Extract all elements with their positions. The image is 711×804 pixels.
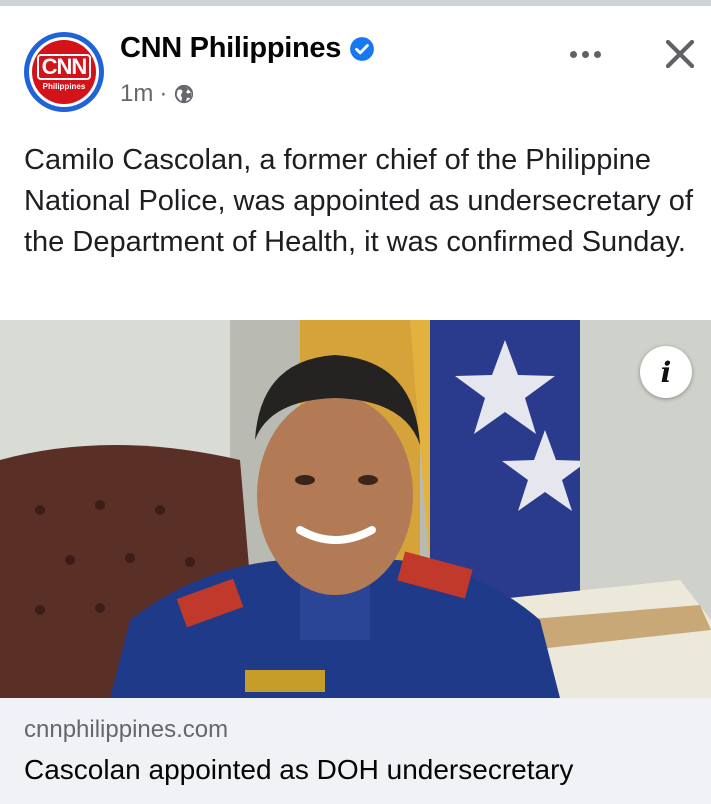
logo-subtext: Philippines (42, 81, 86, 91)
meta-separator: · (159, 80, 168, 107)
link-domain: cnnphilippines.com (24, 716, 229, 743)
page-name[interactable]: CNN Philippines (120, 32, 341, 65)
close-button[interactable] (656, 30, 704, 78)
cnn-logo: CNN Philippines (32, 40, 96, 104)
ad-info-button[interactable]: i (640, 346, 692, 398)
avatar-ring: CNN Philippines (29, 37, 99, 107)
page-avatar[interactable]: CNN Philippines (24, 32, 104, 112)
post-timestamp[interactable]: 1m (120, 80, 153, 108)
more-options-button[interactable] (560, 34, 610, 74)
post-meta: 1m · (120, 80, 195, 108)
link-preview-card[interactable]: cnnphilippines.com Cascolan appointed as… (0, 698, 711, 804)
post-photo[interactable] (0, 320, 711, 698)
more-options-dot (581, 50, 589, 58)
info-icon: i (660, 355, 672, 389)
globe-icon (175, 84, 194, 104)
more-options-dot (593, 50, 601, 58)
verified-badge-icon (350, 36, 374, 61)
photo-illustration (0, 320, 711, 698)
post-caption: Camilo Cascolan, a former chief of the P… (24, 144, 693, 258)
close-icon (665, 39, 695, 69)
logo-text: CNN (36, 53, 92, 80)
more-options-icon (569, 50, 577, 58)
page-name-row: CNN Philippines (120, 32, 375, 65)
link-title[interactable]: Cascolan appointed as DOH undersecretary (24, 754, 573, 786)
post-header: CNN Philippines CNN Philippines 1m · (0, 6, 711, 126)
